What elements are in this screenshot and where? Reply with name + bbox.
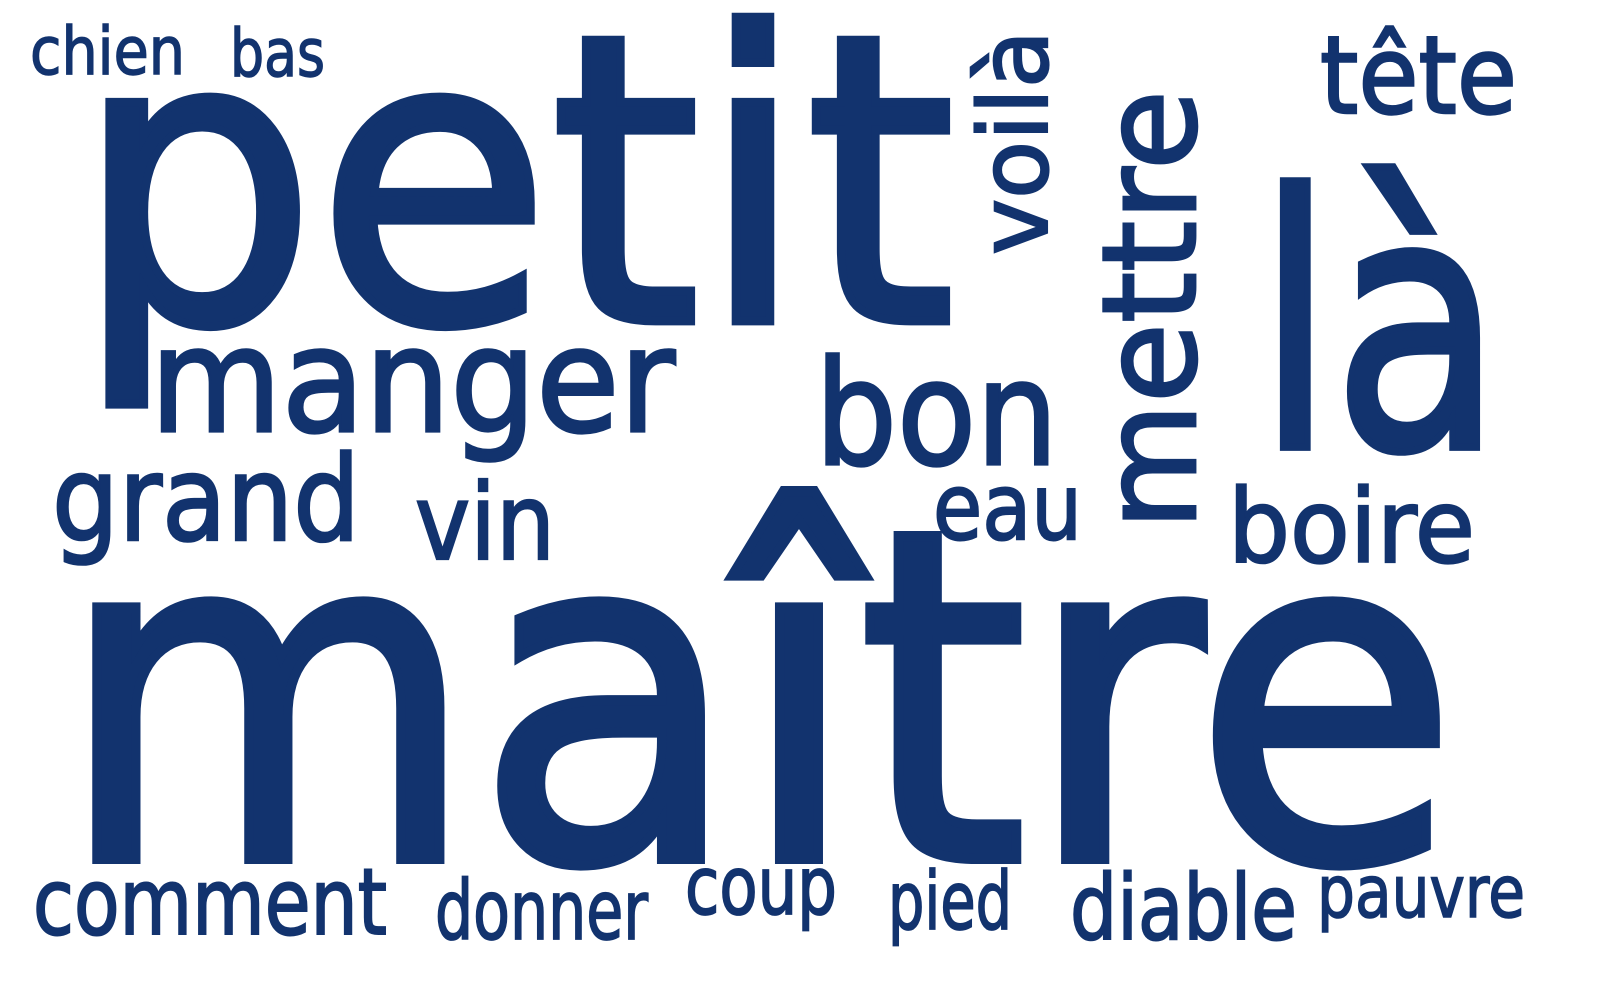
word-pauvre: pauvre: [1316, 850, 1525, 935]
word-diable: diable: [1069, 855, 1298, 961]
word-coup: coup: [684, 840, 837, 934]
word-comment: comment: [32, 849, 388, 957]
word-donner: donner: [434, 863, 648, 959]
word-voila: voilà: [959, 29, 1071, 256]
word-tete: tête: [1319, 13, 1518, 139]
word-pied: pied: [887, 855, 1012, 949]
word-cloud: chien bas petit voilà tête mettre là man…: [0, 0, 1600, 1000]
